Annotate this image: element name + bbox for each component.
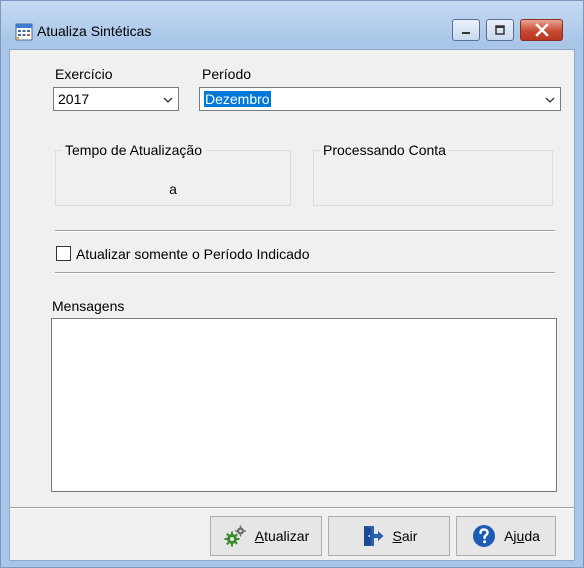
dialog-window: Atualiza Sintéticas Exercício 2017 Perío… [0,0,584,568]
separator [55,272,555,274]
close-icon [534,23,549,37]
periodo-value: Dezembro [204,91,271,107]
exercicio-value: 2017 [58,91,90,107]
title-bar[interactable]: Atualiza Sintéticas [1,1,583,43]
sair-label: Sair [392,528,418,544]
close-button[interactable] [520,19,563,41]
help-icon [473,525,496,547]
tempo-groupbox: Tempo de Atualização a [55,142,291,206]
processando-group-title: Processando Conta [320,142,449,158]
tempo-value: a [169,181,177,197]
window-title: Atualiza Sintéticas [37,23,152,39]
button-bar: Atualizar Sair Ajuda [10,507,574,560]
mensagens-textarea[interactable] [51,318,557,492]
app-icon [15,23,33,41]
periodo-select[interactable]: Dezembro [199,87,561,111]
periodo-label: Período [202,66,252,82]
maximize-icon [495,25,505,35]
maximize-button[interactable] [486,19,514,41]
gears-icon [224,525,246,547]
processando-groupbox: Processando Conta [313,142,553,206]
ajuda-label: Ajuda [504,528,540,544]
tempo-group-title: Tempo de Atualização [62,142,205,158]
checkbox-label[interactable]: Atualizar somente o Período Indicado [76,246,309,262]
atualizar-button[interactable]: Atualizar [210,516,322,556]
ajuda-button[interactable]: Ajuda [456,516,556,556]
sair-button[interactable]: Sair [328,516,450,556]
separator [55,230,555,232]
exit-door-icon [363,526,384,546]
exercicio-select[interactable]: 2017 [53,87,179,111]
minimize-button[interactable] [452,19,480,41]
dialog-client-area: Exercício 2017 Período Dezembro Tempo de… [9,49,575,561]
minimize-icon [462,32,470,34]
periodo-only-checkbox[interactable] [56,246,71,261]
chevron-down-icon [545,97,555,103]
mensagens-label: Mensagens [52,298,125,314]
chevron-down-icon [163,97,173,103]
exercicio-label: Exercício [55,66,113,82]
atualizar-label: Atualizar [254,528,310,544]
